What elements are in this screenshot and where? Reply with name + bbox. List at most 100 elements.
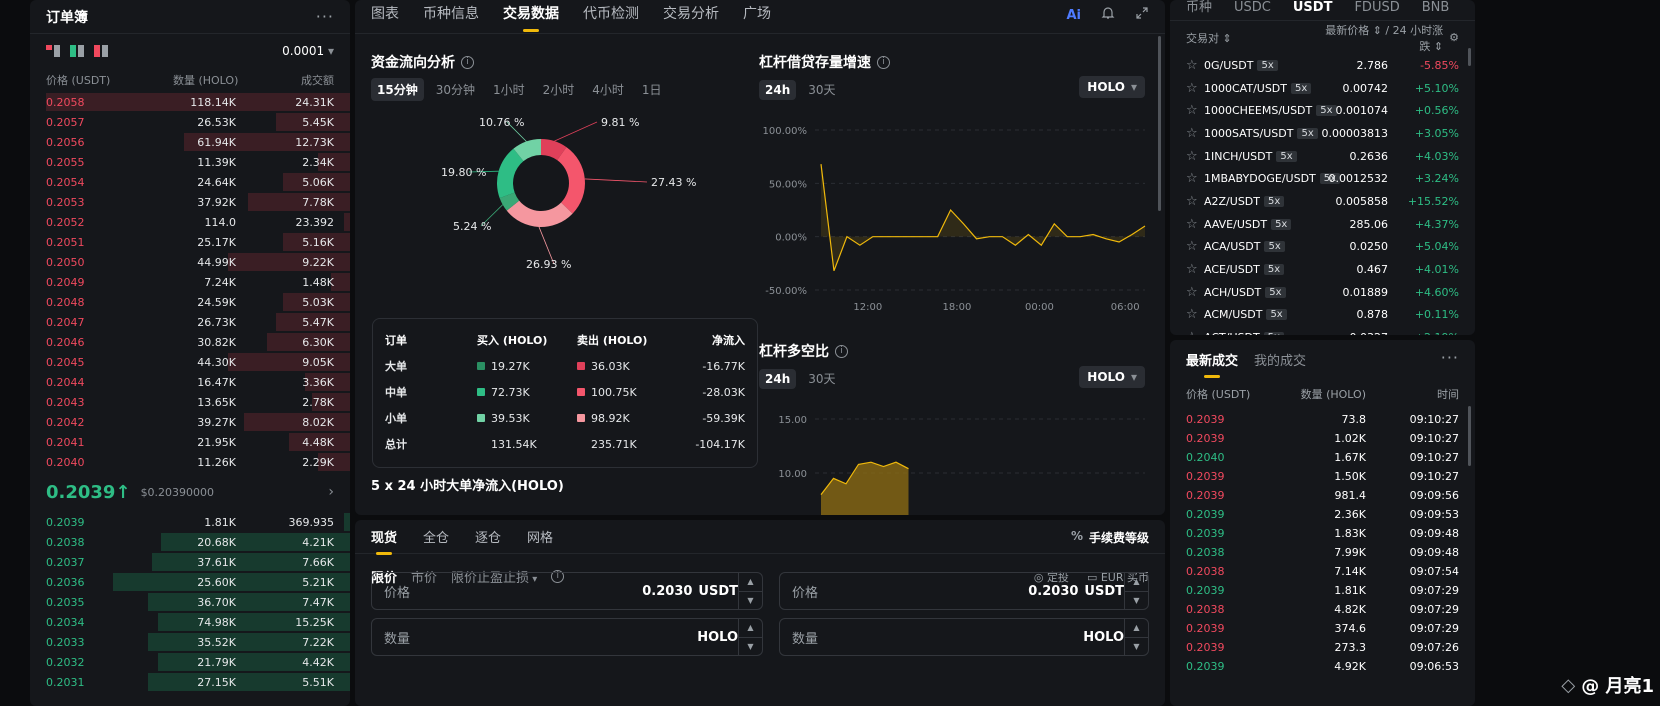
market-tab-1[interactable]: USDC	[1234, 0, 1271, 15]
tab-3[interactable]: 代币检测	[583, 0, 639, 34]
star-icon[interactable]: ☆	[1186, 285, 1204, 300]
star-icon[interactable]: ☆	[1186, 194, 1204, 209]
market-row[interactable]: ☆ AAVE/USDT 5x 285.06 +4.37%	[1170, 213, 1475, 236]
period-pill[interactable]: 2小时	[537, 78, 581, 101]
orderbook-row[interactable]: 0.2048 24.59K 5.03K	[30, 292, 350, 312]
orderbook-row[interactable]: 0.2044 16.47K 3.36K	[30, 372, 350, 392]
decrement-icon[interactable]: ▼	[739, 638, 762, 656]
period-pill[interactable]: 30天	[802, 78, 841, 101]
period-pill[interactable]: 15分钟	[371, 78, 424, 101]
orderbook-row[interactable]: 0.2032 21.79K 4.42K	[30, 652, 350, 672]
col-pair[interactable]: 交易对 ⇕	[1186, 30, 1316, 46]
expand-icon[interactable]	[1135, 6, 1149, 24]
trade-tab-3[interactable]: 网格	[527, 527, 553, 546]
bell-icon[interactable]	[1101, 6, 1115, 24]
period-pill[interactable]: 1日	[636, 78, 668, 101]
market-tab-4[interactable]: BNB	[1422, 0, 1450, 15]
both-sides-view-icon[interactable]	[46, 45, 60, 57]
asks-view-icon[interactable]	[94, 45, 108, 57]
trade-tab-0[interactable]: 现货	[371, 527, 397, 546]
info-icon[interactable]: i	[835, 344, 848, 358]
star-icon[interactable]: ☆	[1186, 81, 1204, 96]
sell-price-input[interactable]: 价格 0.2030 USDT ▲ ▼	[779, 572, 1149, 610]
period-pill[interactable]: 24h	[759, 368, 797, 389]
market-tab-0[interactable]: 币种	[1186, 0, 1212, 15]
market-tab-3[interactable]: FDUSD	[1354, 0, 1399, 15]
buy-price-input[interactable]: 价格 0.2030 USDT ▲ ▼	[371, 572, 763, 610]
orderbook-row[interactable]: 0.2043 13.65K 2.78K	[30, 392, 350, 412]
orderbook-row[interactable]: 0.2049 7.24K 1.48K	[30, 272, 350, 292]
period-pill[interactable]: 1小时	[487, 78, 531, 101]
chevron-right-icon[interactable]: ›	[328, 484, 334, 500]
period-pill[interactable]: 30分钟	[430, 78, 481, 101]
orderbook-row[interactable]: 0.2047 26.73K 5.47K	[30, 312, 350, 332]
trades-tab-0[interactable]: 最新成交	[1186, 350, 1238, 369]
mid-price-row[interactable]: 0.2039↑ $0.20390000 ›	[30, 472, 350, 512]
price-stepper[interactable]: ▲ ▼	[738, 573, 762, 609]
qty-stepper[interactable]: ▲ ▼	[1124, 619, 1148, 655]
market-row[interactable]: ☆ ACE/USDT 5x 0.467 +4.01%	[1170, 258, 1475, 281]
increment-icon[interactable]: ▲	[1125, 573, 1148, 592]
market-row[interactable]: ☆ 1000CHEEMS/USDT 5x 0.001074 +0.56%	[1170, 99, 1475, 122]
star-icon[interactable]: ☆	[1186, 239, 1204, 254]
more-icon[interactable]: ···	[316, 7, 334, 26]
decrement-icon[interactable]: ▼	[1125, 592, 1148, 610]
info-icon[interactable]: i	[877, 55, 890, 69]
star-icon[interactable]: ☆	[1186, 58, 1204, 73]
market-row[interactable]: ☆ 1MBABYDOGE/USDT 5x 0.0012532 +3.24%	[1170, 167, 1475, 190]
margin-growth-asset-select[interactable]: HOLO ▾	[1079, 76, 1145, 98]
sell-price-value[interactable]: 0.2030	[1028, 584, 1078, 599]
orderbook-row[interactable]: 0.2031 27.15K 5.51K	[30, 672, 350, 692]
decrement-icon[interactable]: ▼	[1125, 638, 1148, 656]
period-pill[interactable]: 4小时	[586, 78, 630, 101]
orderbook-row[interactable]: 0.2037 37.61K 7.66K	[30, 552, 350, 572]
star-icon[interactable]: ☆	[1186, 149, 1204, 164]
market-row[interactable]: ☆ 1000CAT/USDT 5x 0.00742 +5.10%	[1170, 77, 1475, 100]
orderbook-row[interactable]: 0.2058 118.14K 24.31K	[30, 92, 350, 112]
qty-stepper[interactable]: ▲ ▼	[738, 619, 762, 655]
star-icon[interactable]: ☆	[1186, 330, 1204, 335]
orderbook-row[interactable]: 0.2055 11.39K 2.34K	[30, 152, 350, 172]
scrollbar[interactable]	[1468, 48, 1471, 66]
col-price-change[interactable]: 最新价格 ⇕ / 24 小时涨跌 ⇕	[1316, 22, 1443, 54]
sell-qty-input[interactable]: 数量 HOLO ▲ ▼	[779, 618, 1149, 656]
trade-tab-1[interactable]: 全仓	[423, 527, 449, 546]
orderbook-row[interactable]: 0.2054 24.64K 5.06K	[30, 172, 350, 192]
orderbook-row[interactable]: 0.2052 114.0 23.392	[30, 212, 350, 232]
precision-select[interactable]: 0.0001 ▾	[282, 44, 334, 58]
orderbook-row[interactable]: 0.2035 36.70K 7.47K	[30, 592, 350, 612]
orderbook-row[interactable]: 0.2050 44.99K 9.22K	[30, 252, 350, 272]
orderbook-row[interactable]: 0.2038 20.68K 4.21K	[30, 532, 350, 552]
star-icon[interactable]: ☆	[1186, 307, 1204, 322]
ai-button[interactable]: Ai	[1066, 8, 1081, 23]
increment-icon[interactable]: ▲	[739, 573, 762, 592]
orderbook-row[interactable]: 0.2053 37.92K 7.78K	[30, 192, 350, 212]
buy-price-value[interactable]: 0.2030	[642, 584, 692, 599]
period-pill[interactable]: 30天	[802, 367, 841, 390]
trade-tab-2[interactable]: 逐仓	[475, 527, 501, 546]
orderbook-row[interactable]: 0.2034 74.98K 15.25K	[30, 612, 350, 632]
more-icon[interactable]: ···	[1441, 348, 1459, 367]
market-row[interactable]: ☆ 0G/USDT 5x 2.786 -5.85%	[1170, 54, 1475, 77]
orderbook-row[interactable]: 0.2045 44.30K 9.05K	[30, 352, 350, 372]
star-icon[interactable]: ☆	[1186, 126, 1204, 141]
market-row[interactable]: ☆ 1INCH/USDT 5x 0.2636 +4.03%	[1170, 145, 1475, 168]
orderbook-row[interactable]: 0.2036 25.60K 5.21K	[30, 572, 350, 592]
period-pill[interactable]: 24h	[759, 79, 797, 100]
settings-icon[interactable]: ⚙	[1449, 31, 1459, 44]
bids-view-icon[interactable]	[70, 45, 84, 57]
market-tab-2[interactable]: USDT	[1293, 0, 1333, 15]
scrollbar[interactable]	[1158, 36, 1161, 211]
tab-2[interactable]: 交易数据	[503, 0, 559, 34]
increment-icon[interactable]: ▲	[1125, 619, 1148, 638]
orderbook-row[interactable]: 0.2042 39.27K 8.02K	[30, 412, 350, 432]
star-icon[interactable]: ☆	[1186, 103, 1204, 118]
trades-tab-1[interactable]: 我的成交	[1254, 350, 1306, 369]
market-row[interactable]: ☆ ACA/USDT 5x 0.0250 +5.04%	[1170, 236, 1475, 259]
orderbook-row[interactable]: 0.2046 30.82K 6.30K	[30, 332, 350, 352]
market-row[interactable]: ☆ 1000SATS/USDT 5x 0.00003813 +3.05%	[1170, 122, 1475, 145]
orderbook-row[interactable]: 0.2040 11.26K 2.29K	[30, 452, 350, 472]
orderbook-row[interactable]: 0.2056 61.94K 12.73K	[30, 132, 350, 152]
increment-icon[interactable]: ▲	[739, 619, 762, 638]
buy-qty-input[interactable]: 数量 HOLO ▲ ▼	[371, 618, 763, 656]
